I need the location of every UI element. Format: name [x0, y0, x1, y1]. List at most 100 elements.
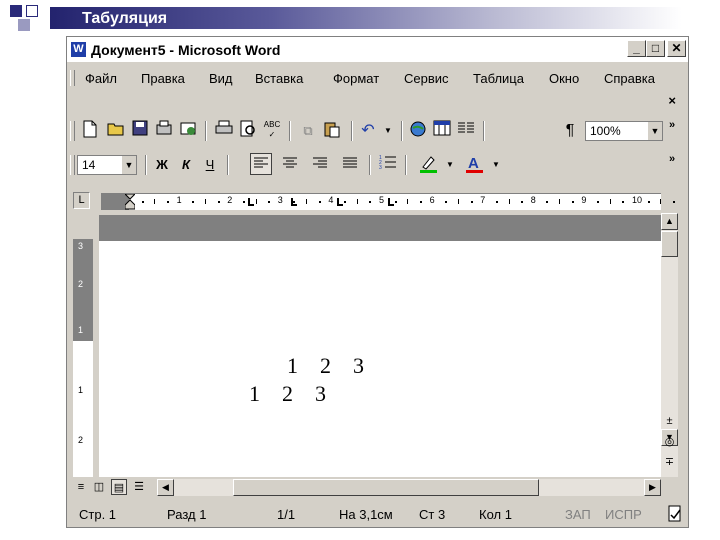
ruler-tick: [672, 201, 675, 203]
spelling-status-icon[interactable]: [667, 505, 683, 526]
toolbar-separator: [145, 155, 147, 175]
show-formatting-icon[interactable]: ¶: [559, 120, 581, 142]
decor-square: [26, 5, 38, 17]
scroll-up-icon[interactable]: ▲: [661, 213, 678, 230]
permission-icon[interactable]: [153, 120, 175, 142]
tab-stop-marker[interactable]: [248, 198, 254, 206]
standard-toolbar: ABC ✓ ⧉ ↶ ▼ ¶ 100% ▼ »: [67, 117, 688, 145]
justify-icon[interactable]: [339, 154, 361, 176]
toolbar-grip[interactable]: [70, 121, 75, 141]
align-left-icon[interactable]: [250, 153, 272, 175]
menu-grip[interactable]: [70, 70, 75, 86]
hyperlink-globe-icon[interactable]: [407, 120, 429, 142]
status-position: На 3,1см: [339, 507, 393, 522]
close-document-button[interactable]: ×: [668, 93, 676, 108]
font-size-value: 14: [82, 158, 96, 172]
menu-table[interactable]: Таблица: [473, 71, 524, 86]
scroll-right-icon[interactable]: ▶: [644, 479, 661, 496]
toolbar-options-icon[interactable]: »: [669, 119, 675, 131]
outline-view-icon[interactable]: ☰: [131, 479, 147, 495]
font-color-dropdown-icon[interactable]: ▼: [485, 154, 507, 176]
chevron-down-icon[interactable]: ▼: [121, 156, 136, 174]
horizontal-scrollbar[interactable]: ◀ ▶: [157, 479, 661, 496]
zoom-combo[interactable]: 100% ▼: [585, 121, 663, 141]
horizontal-scroll-thumb[interactable]: [233, 479, 539, 496]
menu-help[interactable]: Справка: [604, 71, 655, 86]
select-browse-object-icon[interactable]: ◎: [661, 435, 678, 451]
ruler-tick: [622, 201, 625, 203]
ruler-tick: [508, 199, 510, 204]
bold-button[interactable]: Ж: [151, 154, 173, 176]
previous-page-icon[interactable]: ±: [661, 415, 678, 431]
menu-file[interactable]: Файл: [85, 71, 117, 86]
align-right-icon[interactable]: [309, 154, 331, 176]
highlight-icon[interactable]: [417, 154, 439, 176]
status-pages: 1/1: [277, 507, 296, 522]
ruler-number: 5: [379, 195, 385, 205]
ruler-tick: [495, 201, 498, 203]
minimize-button[interactable]: _: [627, 40, 646, 57]
tab-stop-marker[interactable]: [337, 198, 343, 206]
ruler-tick: [154, 199, 156, 204]
font-color-icon[interactable]: A: [463, 154, 485, 176]
spelling-icon[interactable]: ABC ✓: [261, 120, 283, 142]
toolbar-separator: [227, 155, 229, 175]
highlight-dropdown-icon[interactable]: ▼: [439, 154, 461, 176]
paste-icon[interactable]: [321, 120, 343, 142]
numbering-icon[interactable]: 123: [377, 154, 399, 176]
word-window: W Документ5 - Microsoft Word _ □ ✕ Файл …: [66, 36, 689, 528]
menu-tools[interactable]: Сервис: [404, 71, 449, 86]
ruler-tick: [407, 199, 409, 204]
tab-selector-button[interactable]: L: [73, 192, 90, 209]
formatting-toolbar: 14 ▼ Ж К Ч 123 ▼ A ▼ »: [67, 151, 688, 179]
maximize-button[interactable]: □: [646, 40, 665, 57]
menu-view[interactable]: Вид: [209, 71, 233, 86]
indent-marker[interactable]: [123, 193, 137, 210]
zoom-value: 100%: [590, 124, 621, 138]
tables-borders-icon[interactable]: [431, 120, 453, 142]
normal-view-icon[interactable]: ≡: [73, 479, 89, 495]
ruler-tick: [457, 199, 459, 204]
undo-icon[interactable]: ↶: [357, 120, 379, 142]
print-preview-icon[interactable]: [237, 120, 259, 142]
ruler-tick: [546, 201, 549, 203]
print-icon[interactable]: [213, 120, 235, 142]
menu-window[interactable]: Окно: [549, 71, 579, 86]
slide-title: Табуляция: [82, 10, 168, 27]
document-page[interactable]: 1 2 3 1 2 3: [99, 241, 661, 477]
print-layout-icon[interactable]: ▤: [111, 479, 127, 495]
menu-insert[interactable]: Вставка: [255, 71, 303, 86]
status-page: Стр. 1: [79, 507, 117, 522]
align-center-icon[interactable]: [279, 154, 301, 176]
horizontal-ruler[interactable]: 1 2 3 4 5 6 7 8 9 10: [101, 193, 675, 210]
status-record-macro[interactable]: ЗАП: [565, 507, 591, 522]
chevron-down-icon[interactable]: ▼: [647, 122, 662, 140]
next-page-icon[interactable]: ∓: [661, 455, 678, 471]
ruler-number: 10: [632, 195, 643, 205]
undo-dropdown-icon[interactable]: ▼: [377, 120, 399, 142]
tab-stop-marker[interactable]: [388, 198, 394, 206]
columns-icon[interactable]: [455, 120, 477, 142]
new-document-icon[interactable]: [79, 120, 101, 142]
status-track-changes[interactable]: ИСПР: [605, 507, 642, 522]
italic-button[interactable]: К: [175, 154, 197, 176]
open-folder-icon[interactable]: [105, 120, 127, 142]
web-layout-icon[interactable]: ◫: [91, 479, 107, 495]
underline-button[interactable]: Ч: [199, 154, 221, 176]
close-button[interactable]: ✕: [667, 40, 686, 57]
save-icon[interactable]: [129, 120, 151, 142]
email-icon[interactable]: [177, 120, 199, 142]
font-size-combo[interactable]: 14 ▼: [77, 155, 137, 175]
toolbar-options-icon[interactable]: »: [669, 153, 675, 165]
scroll-left-icon[interactable]: ◀: [157, 479, 174, 496]
toolbar-grip[interactable]: [70, 155, 75, 175]
menu-format[interactable]: Формат: [333, 71, 379, 86]
copy-icon[interactable]: ⧉: [297, 120, 319, 142]
scroll-thumb[interactable]: [661, 231, 678, 257]
ruler-tick: [344, 201, 347, 203]
status-section: Разд 1: [167, 507, 207, 522]
ruler-number: 4: [328, 195, 334, 205]
word-app-icon[interactable]: W: [71, 42, 86, 57]
menu-edit[interactable]: Правка: [141, 71, 185, 86]
status-bar: Стр. 1 Разд 1 1/1 На 3,1см Ст 3 Кол 1 ЗА…: [67, 501, 688, 527]
